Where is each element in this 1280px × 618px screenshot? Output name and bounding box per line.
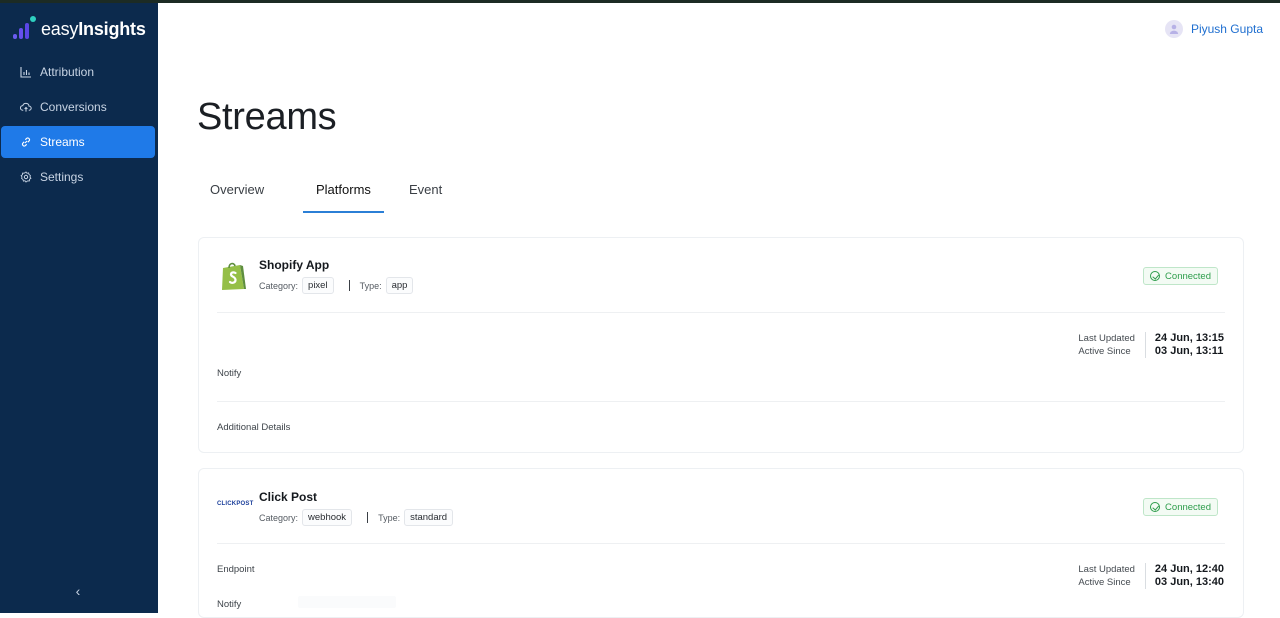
- meta-divider: [367, 512, 369, 523]
- meta-divider: [348, 280, 350, 291]
- notify-input[interactable]: [298, 596, 396, 608]
- tab-bar: Overview Platforms Event: [197, 172, 466, 213]
- link-icon: [20, 136, 32, 148]
- platform-meta: Category: webhook Type: standard: [259, 509, 454, 526]
- sidebar: easyInsights Attribution Conversions Str…: [0, 3, 158, 613]
- check-circle-icon: [1150, 271, 1161, 281]
- last-updated-label: Last Updated: [1078, 333, 1135, 344]
- active-since-label: Active Since: [1078, 346, 1131, 357]
- sidebar-item-streams[interactable]: Streams: [1, 126, 155, 158]
- category-label: Category:: [259, 512, 299, 523]
- sidebar-item-label: Settings: [40, 170, 84, 184]
- active-since-value: 03 Jun, 13:40: [1154, 576, 1224, 588]
- collapse-sidebar-icon[interactable]: ‹: [68, 583, 88, 599]
- brand-name: easyInsights: [41, 18, 146, 39]
- user-menu[interactable]: Piyush Gupta: [1164, 20, 1263, 38]
- category-chip: webhook: [302, 509, 353, 526]
- platform-meta: Category: pixel Type: app: [259, 277, 414, 294]
- bar-chart-icon: [20, 66, 32, 78]
- check-circle-icon: [1150, 502, 1161, 512]
- logo-bars-icon: [13, 16, 37, 42]
- sidebar-item-settings[interactable]: Settings: [1, 161, 155, 193]
- type-label: Type:: [359, 280, 382, 291]
- card-divider: [217, 401, 1225, 402]
- page-title: Streams: [197, 96, 337, 138]
- platform-card-clickpost: CLICKPOST Click Post Category: webhook T…: [198, 468, 1244, 618]
- sidebar-nav: Attribution Conversions Streams Settings: [0, 56, 158, 196]
- active-since-value: 03 Jun, 13:11: [1154, 345, 1224, 357]
- tab-overview[interactable]: Overview: [197, 172, 303, 213]
- timestamps: Last Updated Active Since 24 Jun, 12:40 …: [1078, 563, 1224, 589]
- avatar-icon: [1164, 20, 1183, 38]
- last-updated-value: 24 Jun, 12:40: [1154, 563, 1224, 575]
- status-text: Connected: [1165, 501, 1211, 513]
- platform-name: Click Post: [259, 490, 318, 504]
- status-badge: Connected: [1143, 498, 1218, 516]
- tab-event[interactable]: Event: [396, 172, 466, 213]
- sidebar-item-label: Attribution: [40, 65, 95, 79]
- platform-card-shopify: Shopify App Category: pixel Type: app Co…: [198, 237, 1244, 453]
- last-updated-label: Last Updated: [1078, 564, 1135, 575]
- type-label: Type:: [378, 512, 401, 523]
- endpoint-label: Endpoint: [217, 564, 255, 575]
- category-chip: pixel: [302, 277, 334, 294]
- sidebar-item-label: Streams: [40, 135, 85, 149]
- active-since-label: Active Since: [1078, 577, 1131, 588]
- brand-logo[interactable]: easyInsights: [13, 16, 146, 42]
- sidebar-item-conversions[interactable]: Conversions: [1, 91, 155, 123]
- sidebar-item-label: Conversions: [40, 100, 107, 114]
- category-label: Category:: [259, 280, 299, 291]
- card-divider: [217, 543, 1225, 544]
- sidebar-item-attribution[interactable]: Attribution: [1, 56, 155, 88]
- type-chip: standard: [404, 509, 454, 526]
- cloud-upload-icon: [20, 101, 32, 113]
- user-name: Piyush Gupta: [1190, 22, 1263, 36]
- notify-label: Notify: [217, 599, 242, 610]
- notify-label: Notify: [217, 368, 242, 379]
- platform-name: Shopify App: [259, 258, 330, 272]
- gear-icon: [20, 171, 32, 183]
- additional-details-label[interactable]: Additional Details: [217, 422, 290, 433]
- window-top-border: [0, 0, 1280, 3]
- clickpost-logo: CLICKPOST: [217, 501, 254, 507]
- timestamps: Last Updated Active Since 24 Jun, 13:15 …: [1078, 332, 1224, 358]
- shopify-logo-icon: [219, 260, 247, 292]
- type-chip: app: [385, 277, 414, 294]
- status-text: Connected: [1165, 270, 1211, 282]
- tab-platforms[interactable]: Platforms: [303, 172, 384, 213]
- card-divider: [217, 312, 1225, 313]
- status-badge: Connected: [1143, 267, 1218, 285]
- last-updated-value: 24 Jun, 13:15: [1154, 332, 1224, 344]
